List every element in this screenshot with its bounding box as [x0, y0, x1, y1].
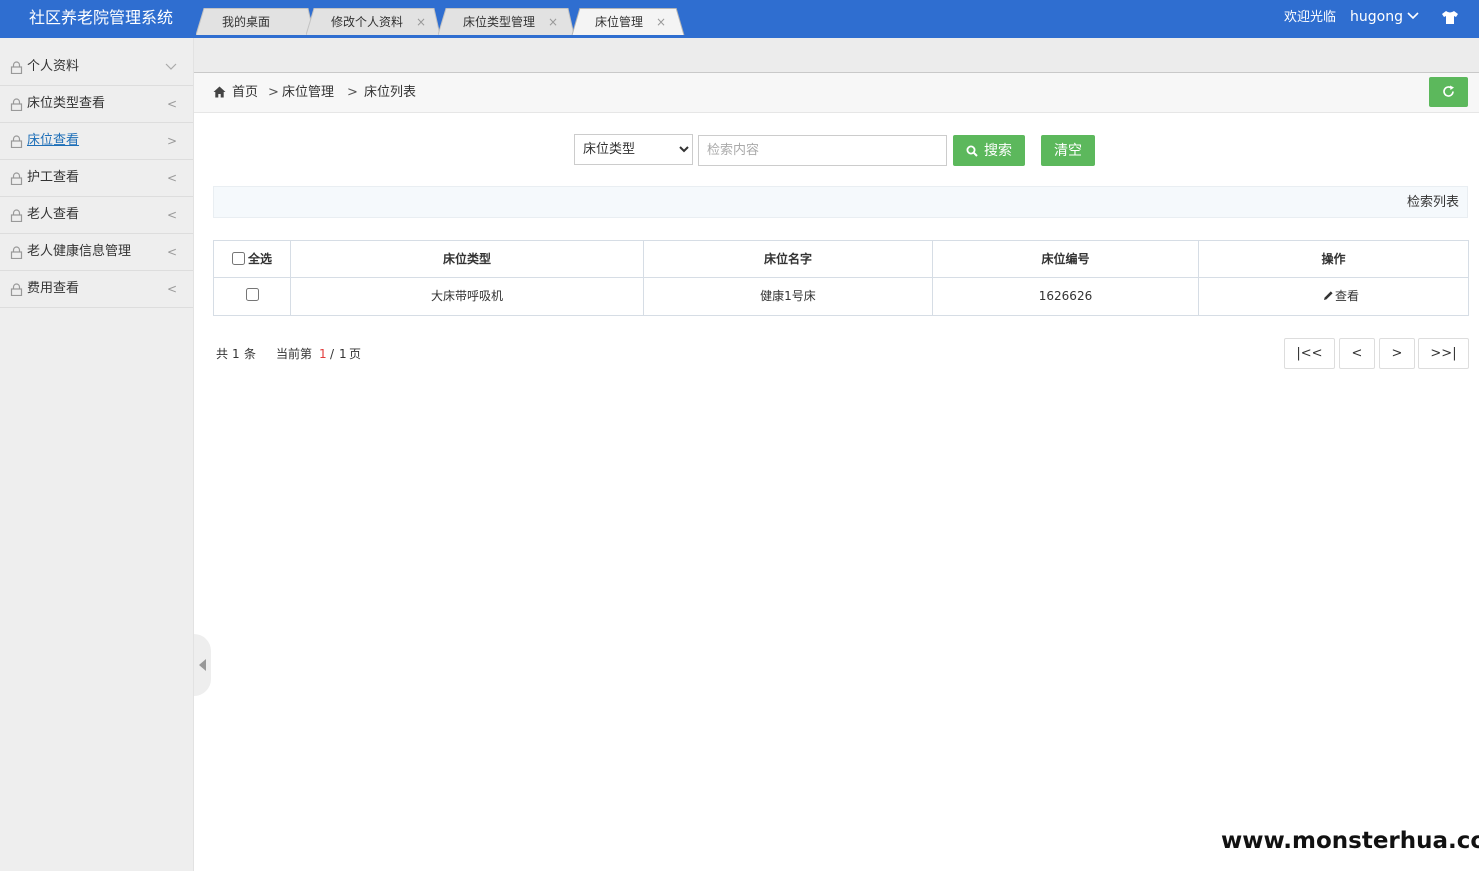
- refresh-button[interactable]: [1429, 77, 1468, 107]
- sidebar: 个人资料 床位类型查看 < 床位查看 > 护工查看 < 老人查看 < 老人健康信…: [0, 38, 194, 871]
- chevron-right-icon: >: [166, 134, 178, 148]
- list-title: 检索列表: [1407, 195, 1460, 210]
- current-prefix: 当前第: [276, 347, 313, 361]
- pages-separator: /: [330, 347, 335, 361]
- chevron-down-icon[interactable]: [1407, 11, 1419, 20]
- breadcrumb-home[interactable]: 首页: [232, 84, 258, 102]
- search-icon: [966, 145, 978, 157]
- username-menu[interactable]: hugong: [1350, 8, 1403, 26]
- lock-icon: [10, 209, 23, 222]
- close-icon[interactable]: ×: [416, 14, 426, 30]
- clear-button[interactable]: 清空: [1041, 135, 1095, 166]
- prev-page-button[interactable]: <: [1339, 338, 1375, 369]
- table-border: [213, 315, 1469, 316]
- table-border: [213, 277, 1469, 278]
- row-checkbox[interactable]: [246, 288, 259, 301]
- breadcrumb-separator: >: [347, 85, 358, 100]
- cell-bed-name: 健康1号床: [760, 289, 816, 303]
- first-page-button[interactable]: |<<: [1284, 338, 1335, 369]
- list-header-bar: [213, 186, 1468, 218]
- last-page-button[interactable]: >>|: [1418, 338, 1469, 369]
- search-button-label: 搜索: [984, 143, 1012, 159]
- chevron-left-icon: <: [166, 282, 178, 296]
- lock-icon: [10, 135, 23, 148]
- bed-type-select[interactable]: 床位类型: [574, 134, 693, 165]
- total-suffix: 条: [244, 347, 257, 361]
- search-button[interactable]: 搜索: [953, 135, 1025, 166]
- chevron-left-icon: <: [166, 97, 178, 111]
- next-page-button[interactable]: >: [1379, 338, 1415, 369]
- sidebar-item-caregiver-view[interactable]: 护工查看 <: [0, 160, 193, 197]
- cell-bed-number: 1626626: [1038, 289, 1093, 303]
- chevron-down-icon: [165, 63, 177, 70]
- chevron-left-icon: <: [166, 171, 178, 185]
- sidebar-item-bed-type-view[interactable]: 床位类型查看 <: [0, 86, 193, 123]
- total-prefix: 共: [216, 347, 229, 361]
- sidebar-item-label: 床位查看: [27, 133, 80, 148]
- table-border: [213, 240, 1469, 241]
- sidebar-collapse-toggle[interactable]: [194, 634, 211, 696]
- table-border: [213, 240, 214, 316]
- sidebar-item-bed-view[interactable]: 床位查看 >: [0, 123, 193, 160]
- sidebar-item-label: 老人查看: [27, 207, 80, 222]
- tab-label: 我的桌面: [222, 15, 271, 29]
- tab-bar: [194, 38, 1479, 73]
- sidebar-item-label: 护工查看: [27, 170, 80, 185]
- sidebar-item-elder-health[interactable]: 老人健康信息管理 <: [0, 234, 193, 271]
- refresh-icon: [1443, 85, 1454, 97]
- clear-button-label: 清空: [1054, 143, 1082, 159]
- current-page: 1: [319, 347, 327, 361]
- close-icon[interactable]: ×: [548, 14, 558, 30]
- shirt-icon[interactable]: [1441, 10, 1459, 25]
- lock-icon: [10, 61, 23, 74]
- column-header: 床位类型: [442, 252, 491, 266]
- table-border: [1468, 240, 1469, 316]
- select-all-label: 全选: [248, 252, 273, 266]
- sidebar-item-label: 费用查看: [27, 281, 80, 296]
- close-icon[interactable]: ×: [656, 14, 666, 30]
- lock-icon: [10, 172, 23, 185]
- pages-suffix: 页: [349, 347, 362, 361]
- cell-bed-type: 大床带呼吸机: [430, 289, 503, 303]
- tab-label: 床位类型管理: [463, 15, 536, 29]
- lock-icon: [10, 98, 23, 111]
- column-header: 操作: [1321, 252, 1346, 266]
- edit-icon: [1324, 291, 1333, 300]
- lock-icon: [10, 246, 23, 259]
- sidebar-item-elder-view[interactable]: 老人查看 <: [0, 197, 193, 234]
- chevron-left-icon: <: [166, 245, 178, 259]
- breadcrumb-bed-list: 床位列表: [364, 85, 417, 100]
- breadcrumb-separator: >: [268, 85, 279, 100]
- column-header: 床位编号: [1041, 252, 1090, 266]
- lock-icon: [10, 283, 23, 296]
- app-title: 社区养老院管理系统: [29, 8, 174, 27]
- sidebar-item-label: 床位类型查看: [27, 96, 106, 111]
- sidebar-item-fee-view[interactable]: 费用查看 <: [0, 271, 193, 308]
- collapse-arrow-icon: [199, 659, 206, 671]
- tab-label: 床位管理: [595, 15, 644, 29]
- home-icon: [213, 86, 226, 98]
- sidebar-item-label: 个人资料: [27, 59, 80, 74]
- search-input[interactable]: [698, 135, 947, 166]
- select-all-checkbox[interactable]: [232, 252, 245, 265]
- sidebar-item-personal-info[interactable]: 个人资料: [0, 49, 193, 86]
- total-pages: 1: [339, 347, 347, 361]
- tab-label: 修改个人资料: [331, 15, 404, 29]
- watermark: www.monsterhua.com: [1221, 828, 1479, 854]
- view-button-label: 查看: [1335, 289, 1360, 303]
- column-header: 床位名字: [763, 252, 812, 266]
- chevron-left-icon: <: [166, 208, 178, 222]
- breadcrumb-bed-manage[interactable]: 床位管理: [282, 84, 334, 102]
- welcome-text: 欢迎光临: [1284, 10, 1337, 25]
- sidebar-item-label: 老人健康信息管理: [27, 244, 132, 259]
- total-count: 1: [232, 347, 240, 361]
